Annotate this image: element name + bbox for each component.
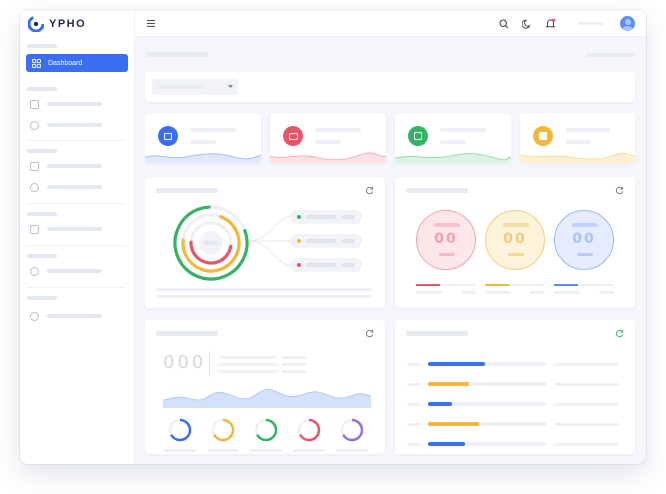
sidebar-item-label: Dashboard (48, 59, 83, 67)
legend-item (290, 258, 362, 272)
nav-group-label (27, 44, 57, 48)
stat-card-wave (270, 152, 386, 163)
refresh-icon[interactable] (365, 186, 374, 195)
page-title (145, 52, 209, 57)
sidebar-item[interactable] (30, 224, 102, 234)
pie-icon (30, 266, 39, 276)
bell-icon[interactable] (545, 18, 556, 29)
radial-progress-chart (173, 205, 249, 281)
chat-icon (158, 126, 178, 146)
search-icon[interactable] (499, 19, 509, 29)
image-icon (408, 126, 428, 146)
card-title (156, 331, 218, 336)
stat-card[interactable] (520, 113, 635, 163)
bubble-stat: 00 (416, 210, 476, 270)
moon-icon[interactable] (522, 19, 532, 29)
legend-item (290, 234, 362, 248)
refresh-icon[interactable] (615, 186, 624, 195)
card-title (406, 331, 468, 336)
nav-group-label (27, 296, 57, 300)
sidebar-item-dashboard[interactable]: Dashboard (26, 54, 128, 72)
sidebar-item[interactable] (30, 182, 102, 192)
sidebar-item[interactable] (30, 99, 102, 109)
calendar-icon (30, 224, 39, 234)
stat-card-wave (520, 152, 635, 163)
message-icon (283, 126, 303, 146)
refresh-icon[interactable] (365, 329, 374, 338)
avatar[interactable] (620, 16, 635, 31)
stat-card[interactable] (145, 113, 261, 163)
radial-progress-card (145, 177, 385, 308)
breadcrumb (586, 53, 634, 57)
counter-value: 000 (163, 352, 207, 373)
logo: YPHO (28, 15, 86, 33)
sidebar: YPHO Dashboard (20, 10, 135, 464)
area-chart (163, 388, 371, 408)
stat-card[interactable] (395, 113, 511, 163)
filter-select[interactable] (152, 79, 238, 95)
sidebar-item[interactable] (30, 161, 102, 171)
bubble-stats-card: 00 00 00 (395, 177, 635, 308)
card-title (406, 188, 468, 193)
record-icon (30, 120, 39, 130)
menu-icon[interactable] (147, 20, 155, 27)
sidebar-item[interactable] (30, 120, 102, 130)
dashboard-icon (32, 58, 41, 68)
topbar (135, 10, 646, 37)
stat-card[interactable] (270, 113, 386, 163)
bar-list-card (395, 320, 635, 454)
card-title (156, 188, 218, 193)
chat-icon (30, 99, 39, 109)
sidebar-item[interactable] (30, 266, 102, 276)
stat-card-wave (145, 153, 261, 163)
donut-row (168, 418, 364, 442)
nav-group-label (27, 212, 57, 216)
nav-group-label (27, 254, 57, 258)
bubble-value: 00 (503, 231, 527, 247)
logo-text: YPHO (49, 18, 87, 30)
refresh-icon[interactable] (615, 329, 624, 338)
filter-bar (145, 72, 635, 102)
nav-group-label (27, 87, 57, 91)
counter-area-card: 000 (145, 320, 385, 454)
nav-group-label (27, 149, 57, 153)
legend-item (290, 210, 362, 224)
chevron-down-icon (228, 85, 233, 88)
stat-card-wave (395, 153, 511, 163)
sidebar-item[interactable] (30, 311, 102, 321)
bubble-stat: 00 (485, 210, 545, 270)
settings-icon (30, 161, 39, 171)
package-icon (533, 126, 553, 146)
app-window: YPHO Dashboard 00 00 00 000 (20, 10, 646, 464)
bubble-stat: 00 (554, 210, 614, 270)
logo-icon (28, 16, 44, 32)
bubble-value: 00 (434, 231, 458, 247)
compass-icon (30, 182, 39, 192)
bubble-value: 00 (572, 231, 596, 247)
user-icon (30, 311, 39, 321)
